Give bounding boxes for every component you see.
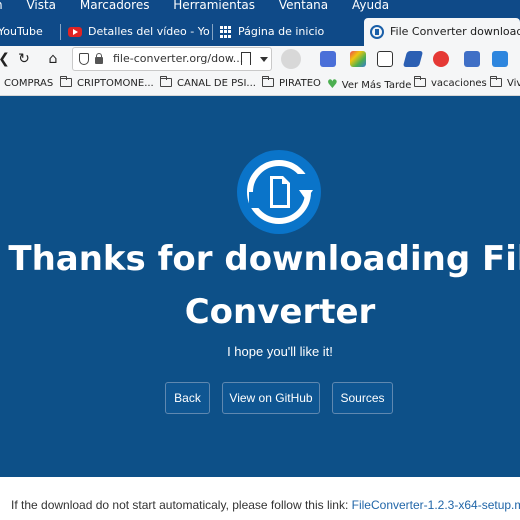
download-notice-text: If the download do not start automatical… (11, 498, 352, 512)
menu-item-partial[interactable]: n (0, 0, 3, 11)
heart-icon: ♥ (327, 77, 338, 91)
tab-strip: YouTube Detalles del vídeo - YouTube Pág… (0, 16, 520, 46)
bookmark-viv[interactable]: Viv (490, 72, 520, 95)
page-title-line-1: Thanks for downloading File (8, 239, 520, 279)
folder-icon (160, 76, 172, 87)
pen-extension-icon[interactable] (402, 51, 424, 67)
menu-item-vista[interactable]: Vista (26, 0, 56, 11)
lock-icon[interactable] (95, 53, 103, 64)
tab-separator (212, 24, 213, 40)
dropdown-icon[interactable] (260, 57, 268, 62)
colorful-extension-icon[interactable] (350, 51, 366, 67)
bookmark-icon[interactable] (241, 52, 251, 65)
grid-icon (220, 26, 232, 38)
image-extension-icon[interactable] (377, 51, 393, 67)
folder-icon (262, 76, 274, 87)
file-converter-icon (370, 25, 384, 39)
bookmark-label: vacaciones (431, 78, 487, 89)
sources-button[interactable]: Sources (332, 382, 393, 414)
youtube-icon (68, 27, 82, 37)
menu-item-marcadores[interactable]: Marcadores (80, 0, 150, 11)
bookmarks-bar: COMPRAS CRIPTOMONE... CANAL DE PSI... PI… (0, 72, 520, 96)
tab-label: YouTube (0, 25, 43, 38)
tab-separator (60, 24, 61, 40)
bookmark-vacaciones[interactable]: vacaciones (414, 72, 487, 95)
back-button[interactable]: Back (165, 382, 210, 414)
shield-icon[interactable] (79, 53, 89, 65)
download-notice: If the download do not start automatical… (11, 498, 520, 512)
bookmark-label: Ver Más Tarde (341, 80, 412, 91)
translate-extension-icon[interactable] (320, 51, 336, 67)
back-arrow-icon[interactable]: ❮ (0, 49, 14, 69)
menu-item-ayuda[interactable]: Ayuda (352, 0, 389, 11)
menu-item-herramientas[interactable]: Herramientas (173, 0, 255, 11)
page-subtitle: I hope you'll like it! (227, 344, 333, 359)
bookmark-pirateo[interactable]: PIRATEO (262, 72, 321, 95)
tab-video-details[interactable]: Detalles del vídeo - YouTube (68, 18, 210, 46)
bookmark-canal-de-psi[interactable]: CANAL DE PSI... (160, 72, 256, 95)
window-extension-icon[interactable] (464, 51, 480, 67)
folder-icon (490, 76, 502, 87)
tab-label: File Converter download (390, 25, 520, 38)
reload-icon[interactable]: ↻ (14, 49, 34, 69)
bookmark-label: Viv (507, 78, 520, 89)
view-on-github-button[interactable]: View on GitHub (222, 382, 320, 414)
download-link[interactable]: FileConverter-1.2.3-x64-setup.m (352, 498, 520, 512)
file-converter-logo-icon (237, 150, 321, 234)
bookmark-criptomonedas[interactable]: CRIPTOMONE... (60, 72, 154, 95)
tab-youtube[interactable]: YouTube (0, 18, 58, 46)
menu-item-ventana[interactable]: Ventana (279, 0, 328, 11)
bookmark-compras[interactable]: COMPRAS (4, 72, 54, 95)
bookmark-label: COMPRAS (4, 78, 54, 89)
address-bar[interactable]: file-converter.org/dow... (72, 47, 272, 71)
profile-icon[interactable] (281, 49, 301, 69)
browser-window: n Vista Marcadores Herramientas Ventana … (0, 0, 520, 520)
tab-file-converter[interactable]: File Converter download (364, 18, 520, 46)
tab-label: Detalles del vídeo - YouTube (88, 25, 210, 38)
bookmark-label: CANAL DE PSI... (177, 78, 256, 89)
folder-icon (60, 76, 72, 87)
bookmark-label: CRIPTOMONE... (77, 78, 154, 89)
menu-bar: n Vista Marcadores Herramientas Ventana … (0, 0, 520, 16)
bookmark-ver-mas-tarde[interactable]: ♥ Ver Más Tarde (327, 72, 412, 95)
url-text[interactable]: file-converter.org/dow... (113, 48, 243, 70)
page-title: Thanks for downloading File Converter (0, 234, 520, 337)
tab-home[interactable]: Página de inicio (220, 18, 360, 46)
save-extension-icon[interactable] (492, 51, 508, 67)
navigation-bar: ❮ ↻ ⌂ file-converter.org/dow... (0, 46, 520, 72)
page-title-line-2: Converter (184, 292, 376, 332)
pin-extension-icon[interactable] (433, 51, 449, 67)
tab-label: Página de inicio (238, 25, 325, 38)
bookmark-label: PIRATEO (279, 78, 321, 89)
home-icon[interactable]: ⌂ (43, 49, 63, 69)
folder-icon (414, 76, 426, 87)
